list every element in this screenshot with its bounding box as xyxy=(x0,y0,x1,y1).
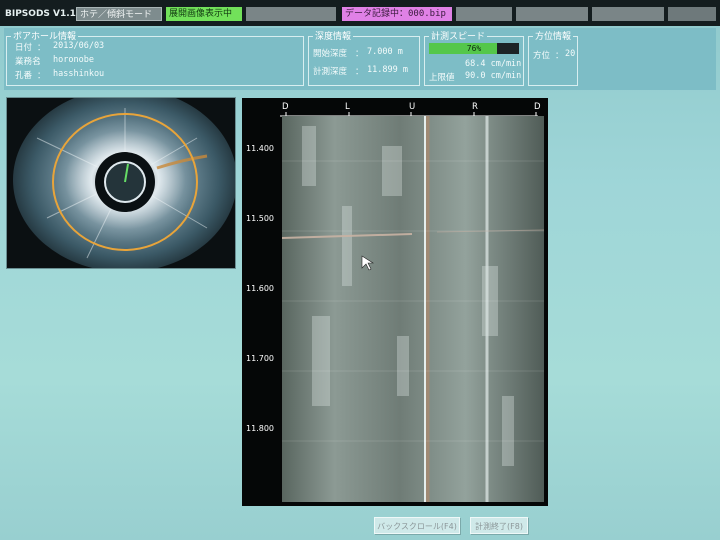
unrolled-image-panel: D L U R D 11.400 11.500 11.600 11.700 11… xyxy=(242,98,548,506)
direction-info-title: 方位情報 xyxy=(533,29,574,42)
speed-progress-bar: 76% xyxy=(429,43,519,54)
speed-info-title: 計測スピード xyxy=(429,29,488,42)
record-status-badge: データ記録中：000.bip xyxy=(342,7,452,21)
status-slot-empty xyxy=(592,7,664,21)
depth-tick-label: 11.800 xyxy=(246,424,274,433)
status-slot-empty xyxy=(668,7,716,21)
camera-image xyxy=(7,98,235,268)
direction-label-d-right: D xyxy=(534,102,541,112)
direction-label-l: L xyxy=(345,102,350,112)
direction-label: 方位 xyxy=(533,51,551,61)
depth-tick-label: 11.400 xyxy=(246,144,274,153)
start-depth-value: 7.000 m xyxy=(367,47,403,57)
measure-depth-label: 計測深度 xyxy=(313,67,348,77)
limit-label: 上限値 xyxy=(429,73,455,83)
depth-tick-label: 11.600 xyxy=(246,284,274,293)
depth-tick-label: 11.500 xyxy=(246,214,274,223)
direction-value: 20 xyxy=(565,49,576,59)
status-slot-empty xyxy=(516,7,588,21)
hole-label: 孔番 xyxy=(15,71,33,81)
display-status-badge: 展開画像表示中 xyxy=(166,7,242,21)
measure-depth-value: 11.899 m xyxy=(367,65,408,75)
date-value: 2013/06/03 xyxy=(53,41,105,51)
info-panel: ボアホール情報 日付 ： 2013/06/03 業務名 ： horonobe 孔… xyxy=(4,28,716,90)
date-label: 日付 xyxy=(15,43,33,53)
business-value: horonobe xyxy=(53,55,94,65)
status-slot-empty xyxy=(456,7,512,21)
borehole-info-group: ボアホール情報 日付 ： 2013/06/03 業務名 ： horonobe 孔… xyxy=(6,29,304,86)
back-scroll-button[interactable]: バックスクロール(F4) xyxy=(374,517,460,534)
depth-info-title: 深度情報 xyxy=(313,29,354,42)
unrolled-core-image xyxy=(282,116,544,502)
speed-info-group: 計測スピード 76% 68.4 cm/min 上限値 90.0 cm/min xyxy=(424,29,524,86)
start-depth-label: 開始深度 xyxy=(313,49,348,59)
direction-label-d-left: D xyxy=(282,102,289,112)
hole-value: hasshinkou xyxy=(53,69,105,79)
direction-label-r: R xyxy=(472,102,478,112)
speed-value: 68.4 cm/min xyxy=(465,59,522,69)
direction-label-u: U xyxy=(409,102,416,112)
limit-value: 90.0 cm/min xyxy=(465,71,522,81)
top-status-bar: BIPSODS V1.17 ホテ／傾斜モード 展開画像表示中 データ記録中：00… xyxy=(0,0,720,26)
end-measurement-button[interactable]: 計測終了(F8) xyxy=(470,517,528,534)
depth-info-group: 深度情報 開始深度 ： 7.000 m 計測深度 ： 11.899 m xyxy=(308,29,420,86)
mode-button[interactable]: ホテ／傾斜モード xyxy=(76,7,162,21)
speed-percent: 76% xyxy=(466,44,482,53)
direction-info-group: 方位情報 方位 ： 20 xyxy=(528,29,578,86)
app-title: BIPSODS V1.17 xyxy=(5,9,83,19)
borehole-camera-view xyxy=(6,97,236,269)
status-slot-empty xyxy=(246,7,336,21)
depth-tick-label: 11.700 xyxy=(246,354,274,363)
